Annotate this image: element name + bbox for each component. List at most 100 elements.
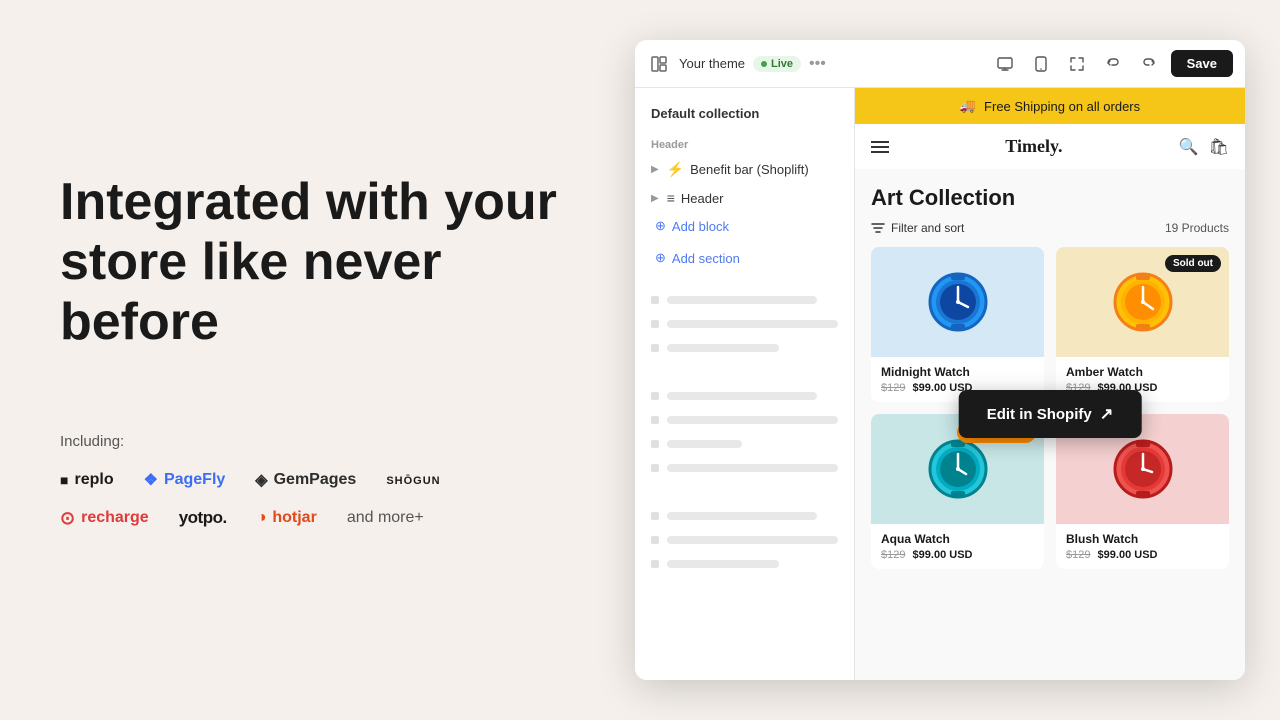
header-section-label: Header <box>635 135 854 155</box>
save-button[interactable]: Save <box>1171 50 1233 77</box>
product-info-blush: Blush Watch $129 $99.00 USD <box>1056 524 1229 569</box>
pagefly-label: PageFly <box>164 471 225 489</box>
skeleton-line <box>667 392 817 400</box>
shipping-icon: 🚚 <box>960 98 976 114</box>
logo-gempages: ◈ GemPages <box>255 470 356 490</box>
cursor-icon: ↗ <box>1100 404 1113 424</box>
edit-in-shopify-button[interactable]: Edit in Shopify ↗ <box>959 390 1142 438</box>
hero-title: Integrated with your store like never be… <box>60 173 560 352</box>
watch-illustration-midnight <box>923 267 993 337</box>
layout-icon <box>647 52 671 76</box>
hotjar-icon: ◑ <box>257 509 267 527</box>
live-badge: Live <box>753 56 801 72</box>
store-logo: Timely. <box>1005 136 1062 157</box>
live-label: Live <box>771 58 793 70</box>
undo-icon[interactable] <box>1099 50 1127 78</box>
chevron-right-icon-2: ▶ <box>651 193 659 204</box>
logos-row-1: ■ replo ❖ PageFly ◈ GemPages shōgun <box>60 470 560 490</box>
logo-pagefly: ❖ PageFly <box>144 470 226 490</box>
product-card-midnight-watch[interactable]: Midnight Watch $129 $99.00 USD <box>871 247 1044 402</box>
filter-icon <box>871 221 885 235</box>
product-price-blush: $129 $99.00 USD <box>1066 549 1219 561</box>
logo-replo: ■ replo <box>60 471 114 489</box>
product-price-aqua: $129 $99.00 USD <box>881 549 1034 561</box>
sidebar-item-benefit-bar[interactable]: ▶ ⚡ Benefit bar (Shoplift) <box>635 155 854 184</box>
benefit-bar-icon: ⚡ <box>667 161 684 178</box>
search-icon[interactable]: 🔍 <box>1179 137 1199 157</box>
sidebar-item-header[interactable]: ▶ ≡ Header <box>635 184 854 212</box>
logo-shogun: shōgun <box>386 471 440 489</box>
pagefly-icon: ❖ <box>144 470 158 490</box>
store-nav: Timely. 🔍 🛍 <box>855 124 1245 169</box>
original-price-blush: $129 <box>1066 549 1090 561</box>
topbar-right: Save <box>991 50 1233 78</box>
including-label: Including: <box>60 433 560 450</box>
mobile-icon[interactable] <box>1027 50 1055 78</box>
product-image-amber: Sold out <box>1056 247 1229 357</box>
plus-icon: ⊕ <box>655 218 666 234</box>
editor-body: Default collection Header ▶ ⚡ Benefit ba… <box>635 88 1245 680</box>
logos-row-2: ⊙ recharge yotpo. ◑ hotjar and more+ <box>60 508 560 529</box>
product-name-amber: Amber Watch <box>1066 365 1219 379</box>
add-section-label: Add section <box>672 251 740 266</box>
desktop-icon[interactable] <box>991 50 1019 78</box>
product-card-amber-watch[interactable]: Sold out Am <box>1056 247 1229 402</box>
product-name-blush: Blush Watch <box>1066 532 1219 546</box>
logo-hotjar: ◑ hotjar <box>257 509 317 527</box>
nav-line-3 <box>871 151 889 153</box>
product-name-midnight: Midnight Watch <box>881 365 1034 379</box>
skeleton-section <box>635 284 854 380</box>
shopify-editor: Your theme Live ••• <box>635 40 1245 680</box>
add-block-label: Add block <box>672 219 729 234</box>
skeleton-line <box>667 440 742 448</box>
plus-icon-2: ⊕ <box>655 250 666 266</box>
recharge-label: recharge <box>81 509 149 527</box>
banner-text: Free Shipping on all orders <box>984 99 1140 114</box>
store-nav-icons: 🔍 🛍 <box>1179 137 1229 157</box>
left-panel: Integrated with your store like never be… <box>0 0 620 720</box>
hamburger-menu-icon[interactable] <box>871 141 889 153</box>
product-image-midnight <box>871 247 1044 357</box>
filter-sort-button[interactable]: Filter and sort <box>871 221 964 235</box>
live-dot <box>761 61 767 67</box>
more-options-icon[interactable]: ••• <box>809 55 826 73</box>
right-panel: Your theme Live ••• <box>600 0 1280 720</box>
skeleton-line <box>667 464 838 472</box>
sold-out-badge: Sold out <box>1165 255 1221 272</box>
watch-illustration-aqua <box>923 434 993 504</box>
yotpo-label: yotpo. <box>179 508 227 528</box>
skeleton-line <box>667 320 838 328</box>
collection-title: Default collection <box>635 100 854 127</box>
filter-bar: Filter and sort 19 Products <box>855 221 1245 247</box>
skeleton-line <box>667 344 779 352</box>
shogun-label: shōgun <box>386 471 440 489</box>
expand-icon[interactable] <box>1063 50 1091 78</box>
redo-icon[interactable] <box>1135 50 1163 78</box>
skeleton-section-2 <box>635 380 854 500</box>
products-count: 19 Products <box>1165 221 1229 235</box>
skeleton-line <box>667 296 817 304</box>
sale-price-blush: $99.00 USD <box>1098 549 1158 561</box>
logo-yotpo: yotpo. <box>179 508 227 528</box>
store-preview: 🚚 Free Shipping on all orders Timely. 🔍 … <box>855 88 1245 680</box>
hotjar-label: hotjar <box>272 509 316 527</box>
editor-topbar: Your theme Live ••• <box>635 40 1245 88</box>
chevron-right-icon: ▶ <box>651 164 659 175</box>
original-price-aqua: $129 <box>881 549 905 561</box>
cart-icon[interactable]: 🛍 <box>1209 137 1229 157</box>
edit-shopify-label: Edit in Shopify <box>987 406 1092 423</box>
header-icon: ≡ <box>667 190 675 206</box>
add-block-link[interactable]: ⊕ Add block <box>635 212 854 240</box>
benefit-bar-label: Benefit bar (Shoplift) <box>690 162 809 177</box>
gempages-label: GemPages <box>274 471 357 489</box>
theme-name: Your theme <box>679 56 745 71</box>
header-label: Header <box>681 191 724 206</box>
andmore-label: and more+ <box>347 509 424 527</box>
add-section-link[interactable]: ⊕ Add section <box>635 244 854 272</box>
recharge-icon: ⊙ <box>60 508 75 529</box>
skeleton-line <box>667 560 779 568</box>
logo-andmore: and more+ <box>347 509 424 527</box>
collection-title-display: Art Collection <box>855 169 1245 221</box>
gempages-icon: ◈ <box>255 470 267 490</box>
product-name-aqua: Aqua Watch <box>881 532 1034 546</box>
